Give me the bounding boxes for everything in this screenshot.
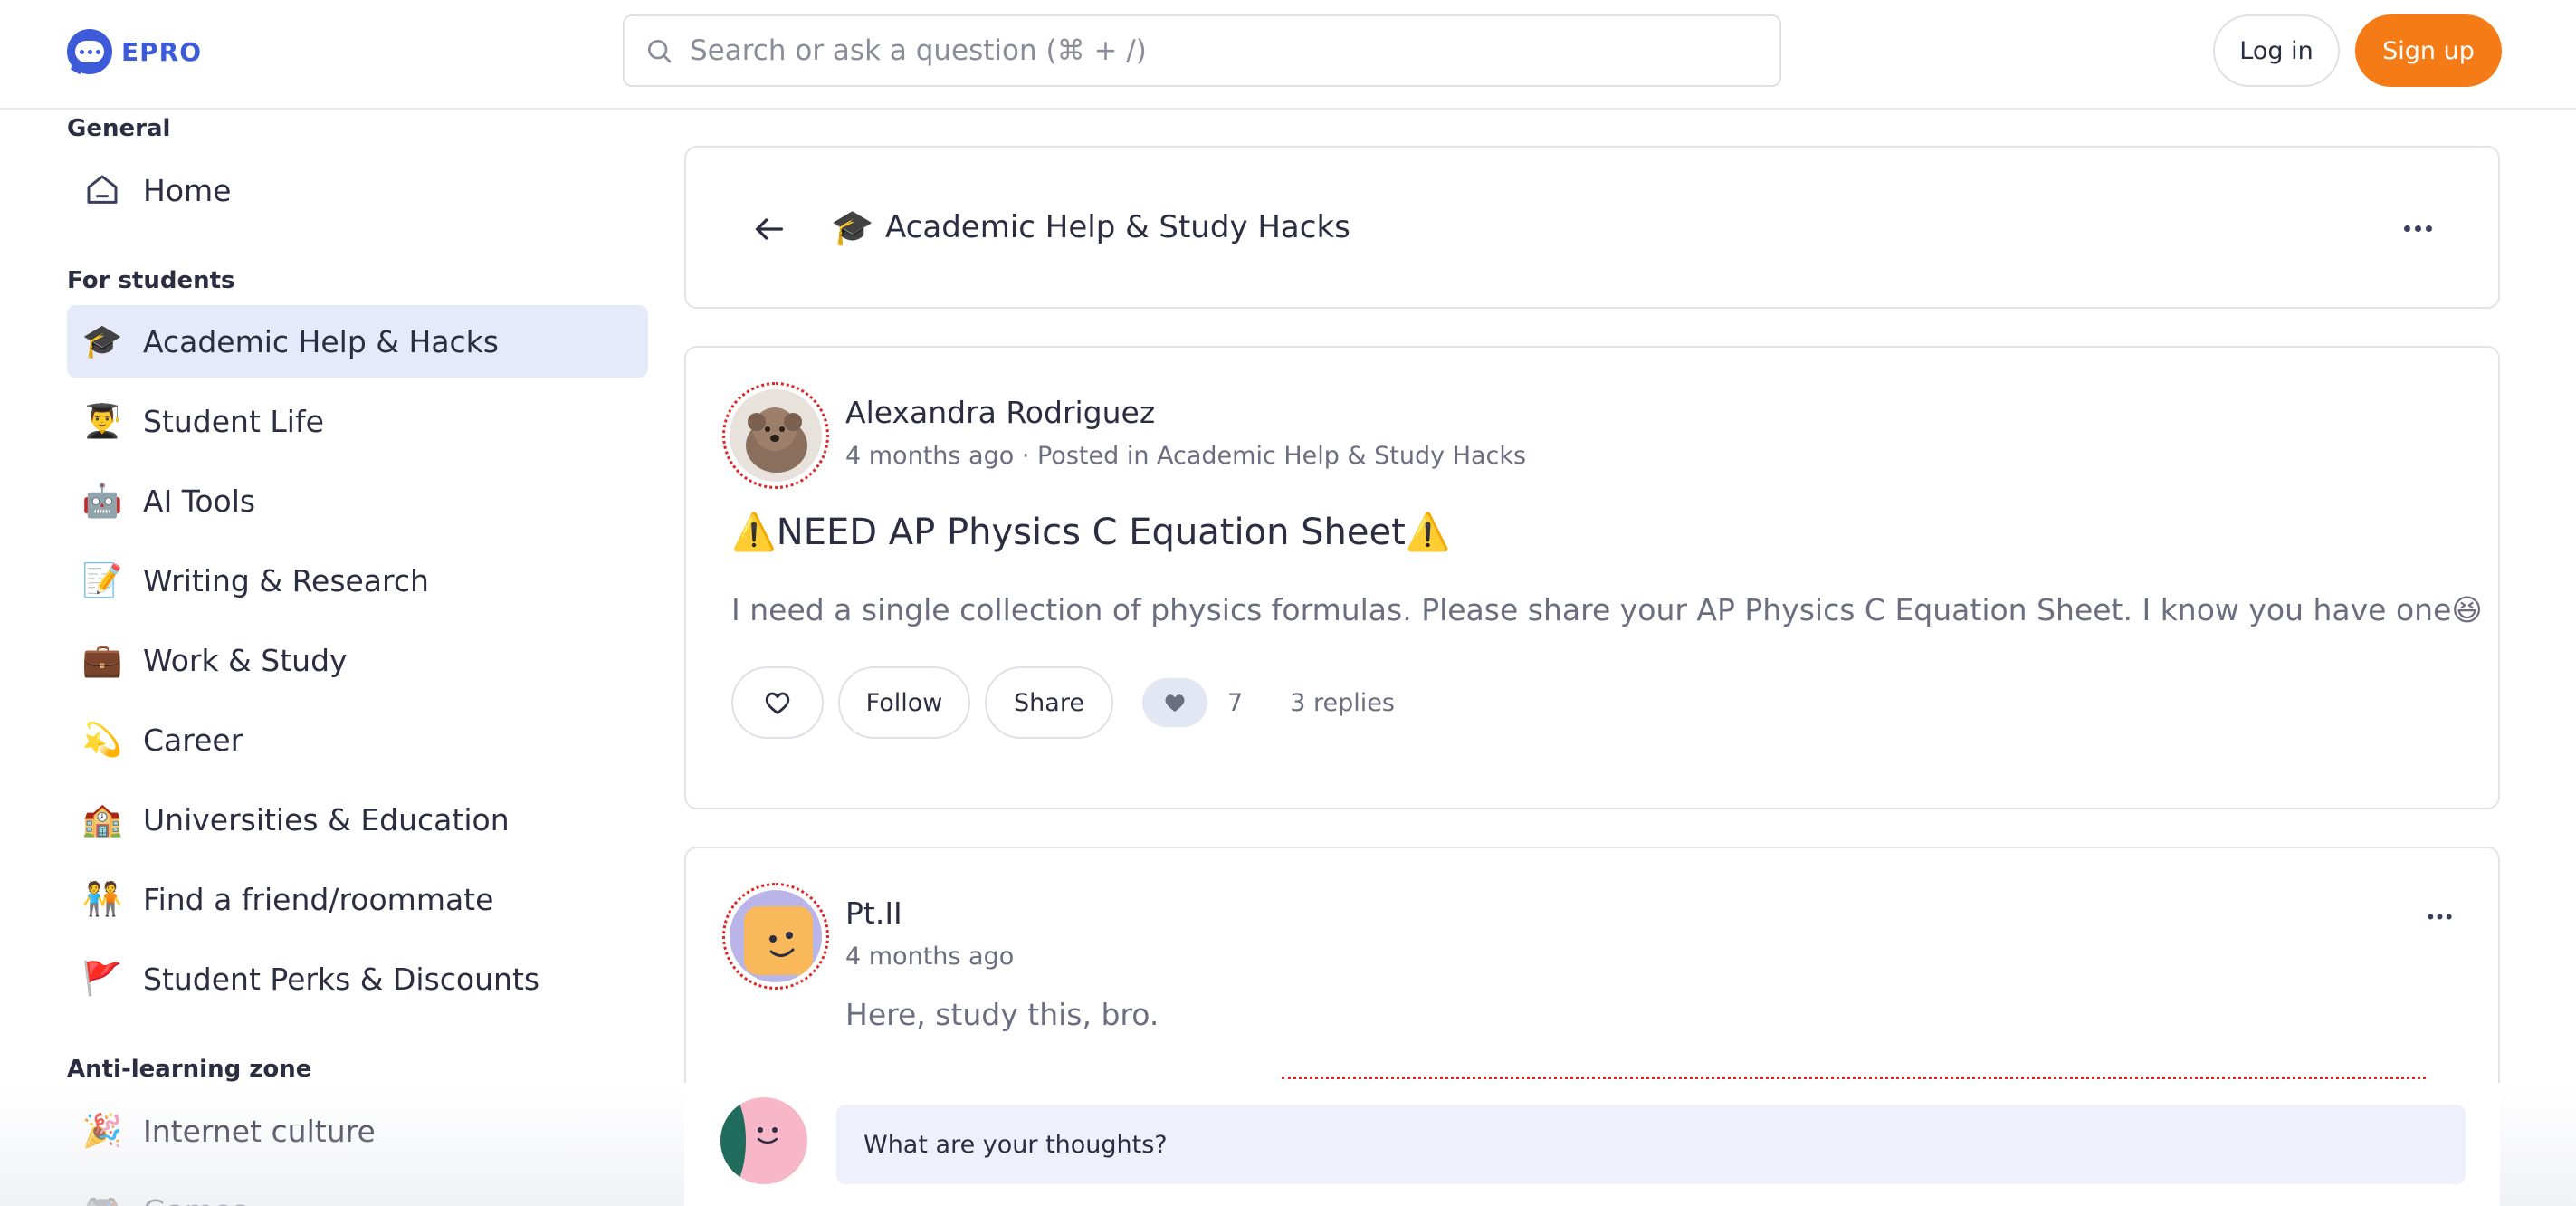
sidebar-item-label: Academic Help & Hacks	[143, 323, 499, 359]
reaction-count: 7	[1227, 688, 1244, 717]
share-button[interactable]: Share	[985, 666, 1113, 739]
sidebar-item-label: Universities & Education	[143, 801, 510, 838]
heart-filled-icon	[1165, 694, 1185, 712]
sidebar-item-universities[interactable]: 🏫 Universities & Education	[67, 783, 648, 856]
author-avatar[interactable]	[722, 382, 829, 489]
sidebar-item-label: Find a friend/roommate	[143, 881, 494, 917]
sidebar-item-work-study[interactable]: 💼 Work & Study	[67, 624, 648, 696]
smiley-avatar-icon	[730, 890, 822, 982]
more-options-icon[interactable]	[2404, 225, 2432, 232]
search-bar[interactable]	[623, 14, 1781, 87]
post-actions: Follow Share 7 3 replies	[731, 666, 1395, 739]
sidebar-item-writing-research[interactable]: 📝 Writing & Research	[67, 544, 648, 617]
follow-button[interactable]: Follow	[838, 666, 970, 739]
reply-author-name[interactable]: Pt.II	[845, 895, 902, 931]
sidebar-item-label: Work & Study	[143, 642, 348, 678]
back-arrow-icon[interactable]	[751, 211, 787, 247]
student-icon: 👨‍🎓	[81, 403, 123, 440]
sidebar-item-label: AI Tools	[143, 483, 256, 519]
sidebar-item-label: Student Life	[143, 403, 324, 439]
chat-bubble-logo-icon	[67, 29, 112, 74]
sidebar-item-label: Writing & Research	[143, 562, 429, 598]
comment-composer	[684, 1083, 2500, 1206]
reply-meta: 4 months ago	[845, 943, 1015, 971]
sidebar-item-find-friend[interactable]: 🧑‍🤝‍🧑 Find a friend/roommate	[67, 863, 648, 935]
login-button[interactable]: Log in	[2213, 14, 2340, 87]
game-controller-icon: 🎮	[80, 1188, 125, 1206]
sidebar-item-career[interactable]: 💫 Career	[67, 704, 648, 776]
robot-icon: 🤖	[81, 483, 123, 520]
topic-header-card: 🎓 Academic Help & Study Hacks	[684, 146, 2500, 309]
topic-title: Academic Help & Study Hacks	[885, 209, 1350, 245]
sidebar-item-label: Student Perks & Discounts	[143, 961, 540, 997]
reaction-badge[interactable]	[1142, 678, 1207, 727]
sidebar-item-games[interactable]: 🎮 Games	[67, 1174, 648, 1206]
signup-button[interactable]: Sign up	[2355, 14, 2502, 87]
sidebar-item-home[interactable]: Home	[67, 154, 648, 226]
search-icon	[648, 40, 672, 63]
post-title: ⚠️NEED AP Physics C Equation Sheet⚠️	[731, 512, 1451, 553]
author-name[interactable]: Alexandra Rodriguez	[845, 395, 1155, 430]
brand-name: EPRO	[121, 36, 203, 67]
post-card: Alexandra Rodriguez 4 months ago · Poste…	[684, 346, 2500, 809]
sidebar-item-label: Career	[143, 722, 243, 758]
top-bar: EPRO Log in Sign up	[0, 0, 2576, 110]
sidebar-item-internet-culture[interactable]: 🎉 Internet culture	[67, 1095, 648, 1167]
brand-logo[interactable]: EPRO	[67, 29, 202, 74]
sidebar-item-label: Home	[143, 172, 232, 208]
school-icon: 🏫	[81, 801, 123, 838]
briefcase-icon: 💼	[81, 642, 123, 679]
sidebar: General Home For students 🎓 Academic Hel…	[0, 111, 670, 1206]
sidebar-item-student-life[interactable]: 👨‍🎓 Student Life	[67, 385, 648, 457]
post-meta: 4 months ago · Posted in Academic Help &…	[845, 442, 1527, 470]
like-button[interactable]	[731, 666, 824, 739]
reply-body: Here, study this, bro.	[845, 997, 1159, 1032]
comment-input[interactable]	[836, 1105, 2466, 1184]
heart-outline-icon	[765, 692, 790, 714]
sidebar-item-ai-tools[interactable]: 🤖 AI Tools	[67, 464, 648, 537]
reply-more-options-icon[interactable]	[2428, 914, 2452, 920]
sidebar-section-general: General	[67, 115, 171, 142]
dog-photo-avatar-icon	[730, 389, 822, 482]
current-user-avatar	[720, 1097, 807, 1184]
search-input[interactable]	[690, 34, 1731, 67]
post-body: I need a single collection of physics fo…	[731, 592, 2483, 627]
party-popper-icon: 🎉	[81, 1113, 123, 1150]
sidebar-item-academic-help[interactable]: 🎓 Academic Help & Hacks	[67, 305, 648, 378]
dizzy-star-icon: 💫	[81, 722, 123, 759]
flag-icon: 🚩	[81, 961, 123, 998]
people-holding-hands-icon: 🧑‍🤝‍🧑	[81, 881, 123, 918]
memo-icon: 📝	[81, 562, 123, 599]
graduation-cap-icon: 🎓	[81, 323, 123, 360]
sidebar-section-anti-learning: Anti-learning zone	[67, 1056, 312, 1083]
home-icon	[80, 168, 125, 213]
reply-author-avatar[interactable]	[722, 883, 829, 990]
sidebar-item-student-perks[interactable]: 🚩 Student Perks & Discounts	[67, 943, 648, 1015]
replies-count[interactable]: 3 replies	[1290, 689, 1395, 717]
sidebar-item-label: Games	[143, 1193, 247, 1206]
graduation-cap-icon: 🎓	[831, 207, 874, 247]
sidebar-item-label: Internet culture	[143, 1113, 376, 1149]
sidebar-section-for-students: For students	[67, 267, 235, 294]
